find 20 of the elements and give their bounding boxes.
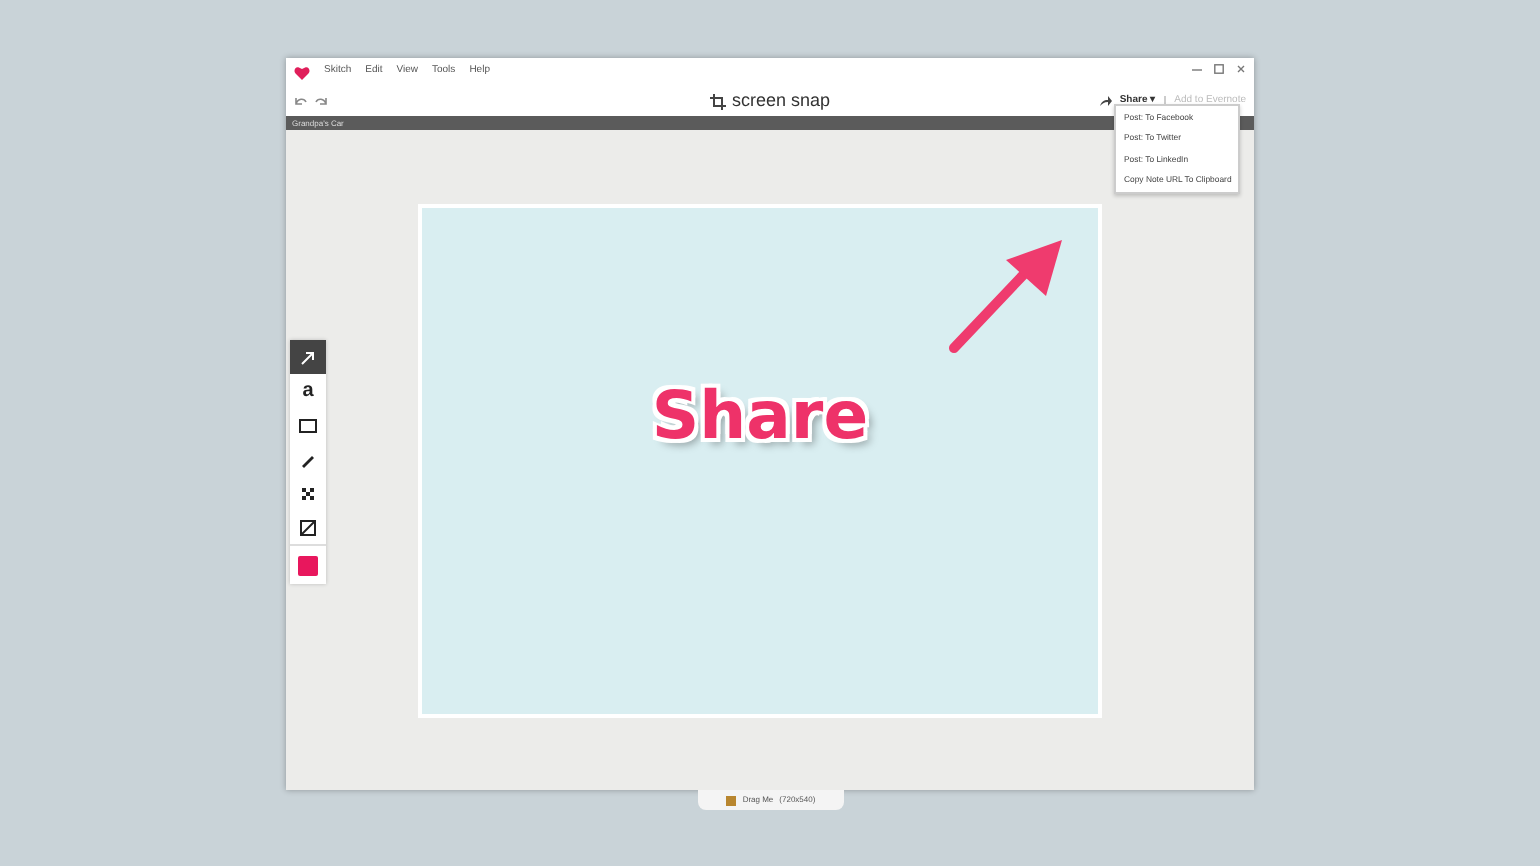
resize-icon xyxy=(298,517,318,537)
text-tool[interactable]: a xyxy=(290,374,326,408)
crop-icon xyxy=(709,93,726,109)
redo-icon[interactable] xyxy=(314,96,328,106)
maximize-icon[interactable] xyxy=(1214,64,1224,74)
minimize-icon[interactable] xyxy=(1192,64,1202,74)
color-tool[interactable] xyxy=(290,544,326,584)
arrow-tool[interactable] xyxy=(290,340,326,374)
rectangle-icon xyxy=(298,415,318,435)
crop-tool[interactable] xyxy=(290,510,326,544)
file-icon xyxy=(726,795,737,805)
arrow-icon xyxy=(298,347,318,367)
window-title: screen snap xyxy=(731,87,831,114)
sticker-text: Share xyxy=(651,374,869,459)
arrow-drawing xyxy=(946,235,1066,355)
puzzle-icon xyxy=(298,483,318,503)
share-icon xyxy=(1099,96,1112,106)
close-icon[interactable] xyxy=(1236,64,1246,74)
heart-icon xyxy=(294,65,310,79)
undo-icon[interactable] xyxy=(294,96,308,106)
